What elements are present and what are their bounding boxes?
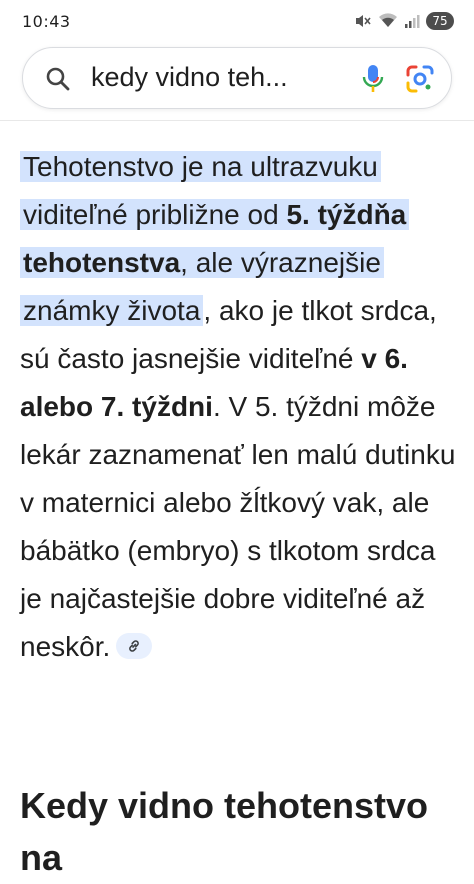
ai-overview-text: Tehotenstvo je na ultrazvuku viditeľné p…: [20, 143, 460, 671]
search-icon[interactable]: [45, 66, 71, 92]
status-bar: 10:43 75: [0, 0, 474, 40]
mic-icon[interactable]: [362, 63, 384, 95]
section-heading: Kedy vidno tehotenstvo na: [20, 785, 429, 878]
search-input[interactable]: kedy vidno teh...: [91, 62, 288, 93]
lens-icon[interactable]: [405, 64, 435, 94]
mute-icon: [356, 15, 371, 27]
link-icon: [129, 639, 140, 652]
status-time: 10:43: [22, 12, 71, 31]
source-link-button[interactable]: [116, 632, 153, 659]
search-bar[interactable]: kedy vidno teh...: [22, 47, 452, 109]
wifi-icon: [379, 13, 397, 27]
divider: [0, 120, 474, 121]
status-icons: 75: [354, 10, 454, 32]
signal-icon: [405, 15, 420, 28]
answer-text-2: . V 5. týždni môže lekár zaznamenať len …: [20, 391, 456, 662]
battery-icon: 75: [426, 12, 454, 30]
